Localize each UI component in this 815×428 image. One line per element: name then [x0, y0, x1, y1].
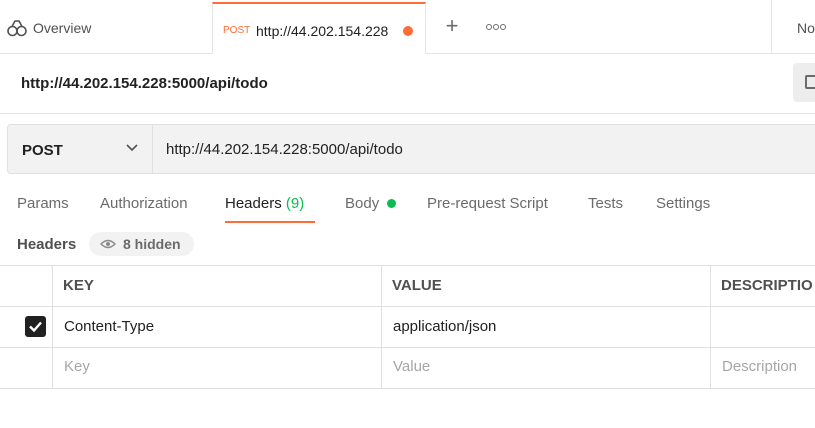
environment-selector[interactable]: No — [797, 20, 815, 36]
url-bar: POST — [7, 124, 815, 174]
table-rule — [710, 265, 711, 389]
header-value-cell[interactable]: application/json — [393, 318, 496, 335]
column-header-description: DESCRIPTIO — [721, 277, 813, 294]
tab-url-label: http://44.202.154.228 — [256, 23, 389, 39]
new-key-input[interactable]: Key — [64, 358, 90, 375]
tab-body[interactable]: Body — [345, 195, 379, 212]
tab-params[interactable]: Params — [17, 195, 69, 212]
tab-method-label: POST — [223, 25, 251, 36]
hidden-headers-toggle[interactable]: 8 hidden — [89, 232, 194, 256]
overview-icon — [7, 20, 27, 37]
table-rule — [381, 265, 382, 389]
new-value-input[interactable]: Value — [393, 358, 430, 375]
body-status-dot-icon — [387, 199, 396, 208]
tab-overview-label: Overview — [33, 20, 92, 36]
table-rule — [0, 306, 815, 307]
url-input[interactable] — [152, 125, 815, 173]
new-description-input[interactable]: Description — [722, 358, 797, 375]
tab-bar: Overview POST http://44.202.154.228 + No — [0, 0, 815, 54]
hidden-headers-label: 8 hidden — [123, 236, 181, 252]
unsaved-dot-icon — [403, 26, 413, 36]
check-icon — [29, 321, 42, 333]
active-tab-indicator — [225, 221, 315, 223]
headers-section-title: Headers — [17, 236, 77, 253]
headers-table: KEY VALUE DESCRIPTIO Content-Type applic… — [0, 265, 815, 389]
divider — [771, 0, 772, 53]
request-title[interactable]: http://44.202.154.228:5000/api/todo — [21, 75, 268, 92]
tab-overview[interactable]: Overview — [0, 0, 212, 53]
tab-headers-count: (9) — [285, 195, 305, 212]
tab-headers[interactable]: Headers (9) — [225, 195, 304, 212]
column-header-value: VALUE — [392, 277, 442, 294]
divider — [0, 113, 815, 114]
tab-headers-label: Headers — [225, 195, 282, 212]
tab-prerequest-script[interactable]: Pre-request Script — [427, 195, 548, 212]
column-header-key: KEY — [63, 277, 94, 294]
method-label: POST — [22, 142, 63, 159]
more-horizontal-icon[interactable] — [484, 16, 508, 36]
chevron-down-icon — [126, 144, 138, 152]
row-enabled-checkbox[interactable] — [25, 316, 46, 337]
tab-request-active[interactable]: POST http://44.202.154.228 — [212, 2, 426, 54]
table-rule — [0, 388, 815, 389]
tab-authorization[interactable]: Authorization — [100, 195, 188, 212]
header-key-cell[interactable]: Content-Type — [64, 318, 154, 335]
method-select[interactable]: POST — [8, 125, 153, 173]
table-rule — [0, 347, 815, 348]
table-rule — [0, 265, 815, 266]
save-icon — [805, 75, 815, 89]
tab-settings[interactable]: Settings — [656, 195, 710, 212]
save-button[interactable] — [793, 63, 815, 102]
table-rule — [52, 265, 53, 389]
plus-icon[interactable]: + — [440, 14, 464, 38]
tab-tests[interactable]: Tests — [588, 195, 623, 212]
eye-icon — [100, 239, 116, 249]
